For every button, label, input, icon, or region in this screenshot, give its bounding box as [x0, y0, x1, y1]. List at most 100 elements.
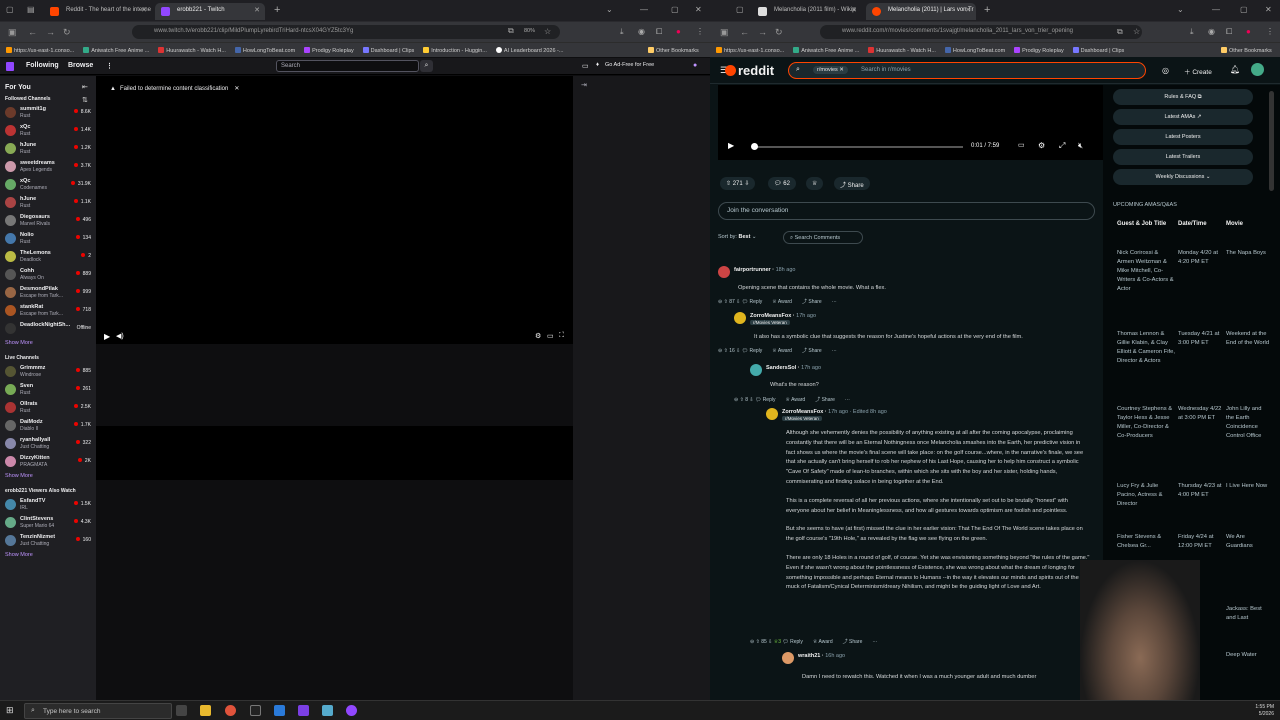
- channel-item[interactable]: ryanhallyall Just Chatting 322: [0, 435, 96, 453]
- avatar[interactable]: [782, 652, 794, 664]
- app-icon[interactable]: [274, 705, 285, 716]
- back-icon[interactable]: ←: [28, 27, 37, 37]
- join-conversation-input[interactable]: Join the conversation: [718, 202, 1095, 220]
- captions-icon[interactable]: ▭: [1018, 141, 1025, 149]
- channel-item[interactable]: TheLemons Deadlock 2: [0, 248, 96, 266]
- more-icon[interactable]: ···: [872, 639, 877, 645]
- tab-list-icon[interactable]: ▤: [27, 5, 35, 14]
- play-icon[interactable]: ▶: [104, 332, 110, 341]
- favorite-star-icon[interactable]: ☆: [1133, 27, 1140, 36]
- award-button[interactable]: ♕ Award: [772, 299, 792, 305]
- create-button[interactable]: ＋ Create: [1184, 66, 1212, 76]
- channel-item[interactable]: Cohh Always On 889: [0, 266, 96, 284]
- menu-icon[interactable]: ⋮: [1266, 27, 1274, 36]
- subreddit-chip[interactable]: r/movies ✕: [813, 66, 848, 74]
- bookmark[interactable]: Huurawatch - Watch H...: [158, 47, 226, 54]
- notification-bell-icon[interactable]: 🔔︎: [1230, 65, 1240, 74]
- tab-menu-icon[interactable]: ▢: [736, 5, 744, 14]
- share-button[interactable]: ⤴ Share: [815, 397, 835, 403]
- settings-icon[interactable]: ⚙: [1038, 141, 1045, 150]
- share-button[interactable]: ⤴ Share: [802, 348, 822, 354]
- taskbar-search-input[interactable]: ⌕ Type here to search: [24, 703, 172, 719]
- reddit-logo[interactable]: reddit: [724, 63, 774, 78]
- volume-icon[interactable]: ◀): [116, 332, 124, 340]
- reply-button[interactable]: 💬︎ Reply: [742, 348, 763, 354]
- refresh-icon[interactable]: ↻: [775, 27, 783, 38]
- collapse-icon[interactable]: ⇤: [82, 83, 88, 91]
- theatre-mode-icon[interactable]: ▭: [547, 332, 554, 340]
- ad-free-button[interactable]: Go Ad-Free for Free: [605, 62, 654, 68]
- channel-item[interactable]: DesmondPilak Escape from Tark... 999: [0, 284, 96, 302]
- search-icon[interactable]: ⌕: [420, 60, 433, 72]
- download-icon[interactable]: ⤓: [620, 27, 624, 37]
- puzzle-icon[interactable]: ⧠: [1226, 27, 1232, 37]
- expand-chat-icon[interactable]: ⇥: [581, 81, 587, 89]
- settings-icon[interactable]: ⚙: [535, 332, 541, 340]
- reader-icon[interactable]: ▣: [720, 27, 729, 38]
- video-scrubber[interactable]: [751, 143, 758, 150]
- comment-author[interactable]: ZorroMeansFox · 17h ago: [750, 313, 816, 319]
- favorite-star-icon[interactable]: ☆: [544, 27, 551, 36]
- channel-item[interactable]: Sven Rust 261: [0, 381, 96, 399]
- minimize-icon[interactable]: —: [640, 5, 648, 14]
- channel-item[interactable]: sweetdreams Apex Legends 3.7K: [0, 158, 96, 176]
- tab-wikipedia[interactable]: Melancholia (2011 film) - Wikip ✕: [752, 3, 862, 20]
- screenshot-icon[interactable]: ⧉: [1117, 27, 1123, 37]
- bookmark[interactable]: Aniwatch Free Anime ...: [83, 47, 149, 54]
- download-icon[interactable]: ⤓: [1190, 27, 1194, 37]
- downvote-icon[interactable]: ⇩: [735, 299, 742, 305]
- clock[interactable]: 1:55 PM 5/2026: [1255, 704, 1274, 718]
- award-button[interactable]: ♕ Award: [772, 348, 792, 354]
- avatar[interactable]: [718, 266, 730, 278]
- play-icon[interactable]: ▶: [728, 141, 734, 150]
- scrollbar[interactable]: [1269, 91, 1274, 191]
- forward-icon[interactable]: →: [46, 27, 55, 37]
- close-icon[interactable]: ✕: [234, 86, 239, 92]
- avatar[interactable]: ●: [693, 62, 697, 69]
- bookmark[interactable]: https://us-east-1.conso...: [6, 47, 74, 54]
- share-pill[interactable]: ⤴ Share: [834, 177, 870, 190]
- obs-icon[interactable]: [298, 705, 309, 716]
- other-bookmarks[interactable]: Other Bookmarks: [648, 47, 699, 54]
- comment-author[interactable]: wraith21 · 16h ago: [798, 653, 845, 659]
- puzzle-icon[interactable]: ⧠: [656, 27, 662, 37]
- extension-icon[interactable]: ◉: [638, 27, 645, 36]
- show-more-link[interactable]: Show More: [0, 471, 96, 483]
- windows-start-icon[interactable]: ⊞: [6, 705, 14, 716]
- channel-item[interactable]: DaiModz Diablo II 1.7K: [0, 417, 96, 435]
- downvote-icon[interactable]: ⇩: [767, 639, 774, 645]
- latest-amas-link[interactable]: Latest AMAs ↗: [1113, 109, 1253, 125]
- reddit-video-player[interactable]: ▶ 0:01 / 7:59 ▭ ⚙ ⤢ 🔇︎: [718, 85, 1103, 160]
- file-explorer-icon[interactable]: [200, 705, 211, 716]
- bookmark[interactable]: HowLongToBeat.com: [944, 47, 1005, 54]
- extension-icon[interactable]: ◉: [1208, 27, 1215, 36]
- twitch-search-input[interactable]: Search: [276, 60, 419, 72]
- reply-button[interactable]: 💬︎ Reply: [742, 299, 763, 305]
- channel-item[interactable]: EsfandTV IRL 1.5K: [0, 496, 96, 514]
- refresh-icon[interactable]: ↻: [63, 27, 71, 38]
- screenshot-icon[interactable]: ⧉: [508, 26, 514, 36]
- channel-item[interactable]: Diegosaurs Marvel Rivals 496: [0, 212, 96, 230]
- avatar[interactable]: [766, 408, 778, 420]
- latest-posters-link[interactable]: Latest Posters: [1113, 129, 1253, 145]
- channel-item[interactable]: stankRat Escape from Tark... 718: [0, 302, 96, 320]
- nav-browse[interactable]: Browse: [68, 62, 93, 69]
- weekly-discussions-link[interactable]: Weekly Discussions ⌄: [1113, 169, 1253, 185]
- rules-faq-link[interactable]: Rules & FAQ ⧉: [1113, 89, 1253, 105]
- bookmark[interactable]: Dashboard | Clips: [362, 47, 414, 54]
- tab-reddit-melancholia[interactable]: Melancholia (2011) | Lars von Tr ✕: [866, 3, 976, 20]
- channel-item[interactable]: summit1g Rust 8.6K: [0, 104, 96, 122]
- profile-icon[interactable]: ●: [1246, 27, 1251, 36]
- browser-icon[interactable]: [225, 705, 236, 716]
- twitch-logo-icon[interactable]: [6, 62, 14, 71]
- url-input[interactable]: www.twitch.tv/erobb221/clip/MildPlumpLyr…: [132, 25, 560, 39]
- bookmark[interactable]: Aniwatch Free Anime ...: [793, 47, 859, 54]
- latest-trailers-link[interactable]: Latest Trailers: [1113, 149, 1253, 165]
- channel-item[interactable]: xQc Codenames 31.9K: [0, 176, 96, 194]
- more-icon[interactable]: ⋮: [106, 62, 113, 70]
- channel-item[interactable]: DeadlockNightSh... Offline: [0, 320, 96, 338]
- close-window-icon[interactable]: ✕: [695, 5, 702, 14]
- nav-following[interactable]: Following: [26, 62, 59, 69]
- close-window-icon[interactable]: ✕: [1265, 5, 1272, 14]
- channel-item[interactable]: hJune Rust 1.1K: [0, 194, 96, 212]
